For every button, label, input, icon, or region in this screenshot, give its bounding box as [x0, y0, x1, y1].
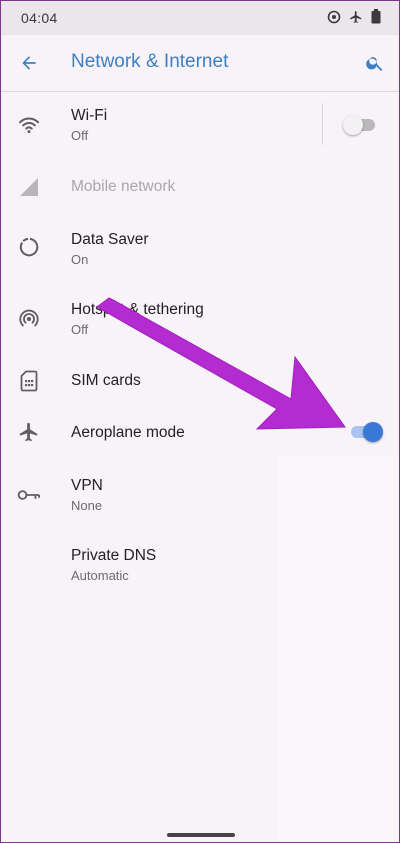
setting-row-aeroplane-mode[interactable]: Aeroplane mode: [1, 409, 399, 457]
arrow-left-icon: [22, 56, 36, 70]
sim-card-icon: [15, 367, 43, 395]
private-dns-subtitle: Automatic: [71, 568, 129, 583]
private-dns-title: Private DNS: [71, 547, 157, 564]
wifi-icon: [15, 111, 43, 139]
setting-row-hotspot[interactable]: Hotspot & tethering Off: [1, 287, 399, 351]
hotspot-title: Hotspot & tethering: [71, 301, 204, 318]
back-button[interactable]: [15, 49, 43, 77]
search-icon: [366, 57, 383, 71]
setting-row-private-dns[interactable]: Private DNS Automatic: [1, 533, 399, 597]
status-icons: [327, 9, 381, 24]
sync-icon: [327, 10, 341, 24]
page-title: Network & Internet: [71, 51, 229, 72]
hotspot-icon: [15, 305, 43, 333]
app-bar: Network & Internet: [1, 35, 399, 92]
setting-row-wifi[interactable]: Wi-Fi Off: [1, 93, 399, 157]
aeroplane-mode-toggle[interactable]: [349, 422, 383, 442]
vpn-subtitle: None: [71, 498, 103, 513]
wifi-divider: [322, 103, 323, 145]
key-icon: [15, 481, 43, 509]
status-bar: 04:04: [1, 1, 399, 35]
gesture-nav-handle[interactable]: [167, 833, 235, 837]
wifi-title: Wi-Fi: [71, 107, 108, 124]
data-saver-icon: [15, 233, 43, 261]
wifi-subtitle: Off: [71, 128, 89, 143]
airplane-status-icon: [349, 10, 363, 24]
vpn-title: VPN: [71, 477, 103, 494]
phone-screen: 04:04 Network & Internet Wi-Fi Off Mobil…: [0, 0, 400, 843]
setting-row-vpn[interactable]: VPN None: [1, 463, 399, 527]
setting-row-data-saver[interactable]: Data Saver On: [1, 217, 399, 281]
sim-cards-title: SIM cards: [71, 372, 141, 389]
battery-icon: [371, 9, 381, 24]
wifi-toggle[interactable]: [343, 115, 377, 135]
hotspot-subtitle: Off: [71, 322, 89, 337]
setting-row-sim-cards[interactable]: SIM cards: [1, 357, 399, 405]
signal-icon: [15, 173, 43, 201]
data-saver-title: Data Saver: [71, 231, 149, 248]
mobile-network-title: Mobile network: [71, 178, 176, 195]
aeroplane-toggle-thumb: [363, 422, 383, 442]
search-button[interactable]: [361, 49, 389, 77]
data-saver-subtitle: On: [71, 252, 89, 267]
status-time: 04:04: [21, 10, 58, 26]
aeroplane-mode-title: Aeroplane mode: [71, 424, 185, 441]
setting-row-mobile-network[interactable]: Mobile network: [1, 161, 399, 213]
airplane-icon: [15, 418, 43, 446]
wifi-toggle-thumb: [343, 115, 363, 135]
